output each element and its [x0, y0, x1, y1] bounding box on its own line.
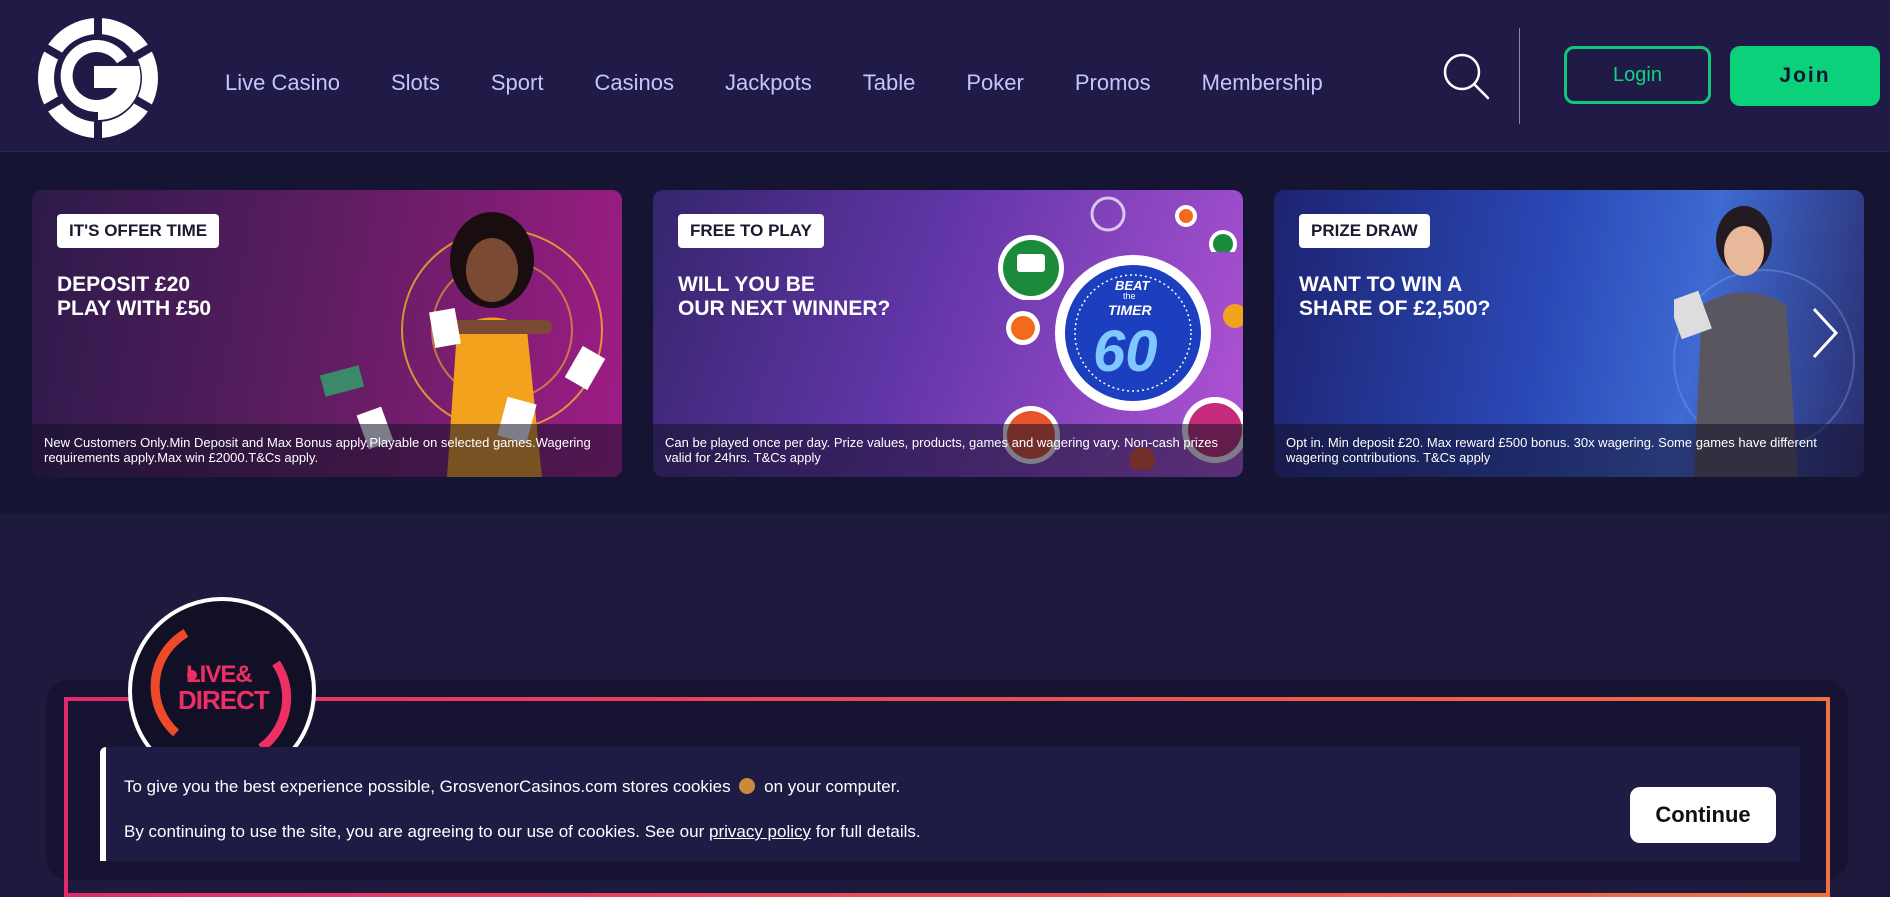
nav-slots[interactable]: Slots	[391, 70, 440, 106]
cookie-text-line2: By continuing to use the site, you are a…	[124, 822, 921, 841]
main-nav: Live Casino Slots Sport Casinos Jackpots…	[225, 70, 1323, 106]
small-chips-icon	[1090, 196, 1237, 252]
cookie-banner: To give you the best experience possible…	[100, 747, 1800, 861]
header-divider	[1519, 28, 1520, 124]
search-icon[interactable]	[1442, 52, 1492, 102]
promo-terms: New Customers Only.Min Deposit and Max B…	[32, 424, 622, 477]
promo-headline: WANT TO WIN A SHARE OF £2,500?	[1299, 273, 1491, 320]
promo-headline: WILL YOU BE OUR NEXT WINNER?	[678, 273, 891, 320]
grosvenor-logo-icon[interactable]	[36, 16, 160, 140]
site-header: Live Casino Slots Sport Casinos Jackpots…	[0, 0, 1890, 152]
nav-casinos[interactable]: Casinos	[594, 70, 673, 106]
login-button[interactable]: Login	[1564, 46, 1711, 104]
continue-button[interactable]: Continue	[1630, 787, 1776, 843]
promo-badge: IT'S OFFER TIME	[57, 214, 220, 248]
chevron-right-icon[interactable]	[1810, 305, 1840, 361]
direct-label: DIRECT	[178, 685, 270, 715]
privacy-policy-link[interactable]: privacy policy	[709, 822, 811, 841]
cookie-icon	[739, 778, 756, 794]
promo-card-free-to-play[interactable]: BEAT the TIMER 60 FREE TO PLAY WILL YOU …	[653, 190, 1243, 477]
promo-headline: DEPOSIT £20 PLAY WITH £50	[57, 273, 212, 320]
promo-card-prize-draw[interactable]: PRIZE DRAW WANT TO WIN A SHARE OF £2,500…	[1274, 190, 1864, 477]
nav-membership[interactable]: Membership	[1202, 70, 1323, 106]
join-button[interactable]: Join	[1730, 46, 1880, 106]
nav-table[interactable]: Table	[863, 70, 916, 106]
promo-terms: Opt in. Min deposit £20. Max reward £500…	[1274, 424, 1864, 477]
cookie-text-line1: To give you the best experience possible…	[124, 777, 901, 796]
nav-jackpots[interactable]: Jackpots	[725, 70, 812, 106]
nav-live-casino[interactable]: Live Casino	[225, 70, 340, 106]
promo-terms: Can be played once per day. Prize values…	[653, 424, 1243, 477]
promo-badge: FREE TO PLAY	[678, 214, 824, 248]
promo-card-offer[interactable]: IT'S OFFER TIME DEPOSIT £20 PLAY WITH £5…	[32, 190, 622, 477]
nav-poker[interactable]: Poker	[966, 70, 1023, 106]
nav-promos[interactable]: Promos	[1075, 70, 1151, 106]
nav-sport[interactable]: Sport	[491, 70, 544, 106]
promo-badge: PRIZE DRAW	[1299, 214, 1430, 248]
